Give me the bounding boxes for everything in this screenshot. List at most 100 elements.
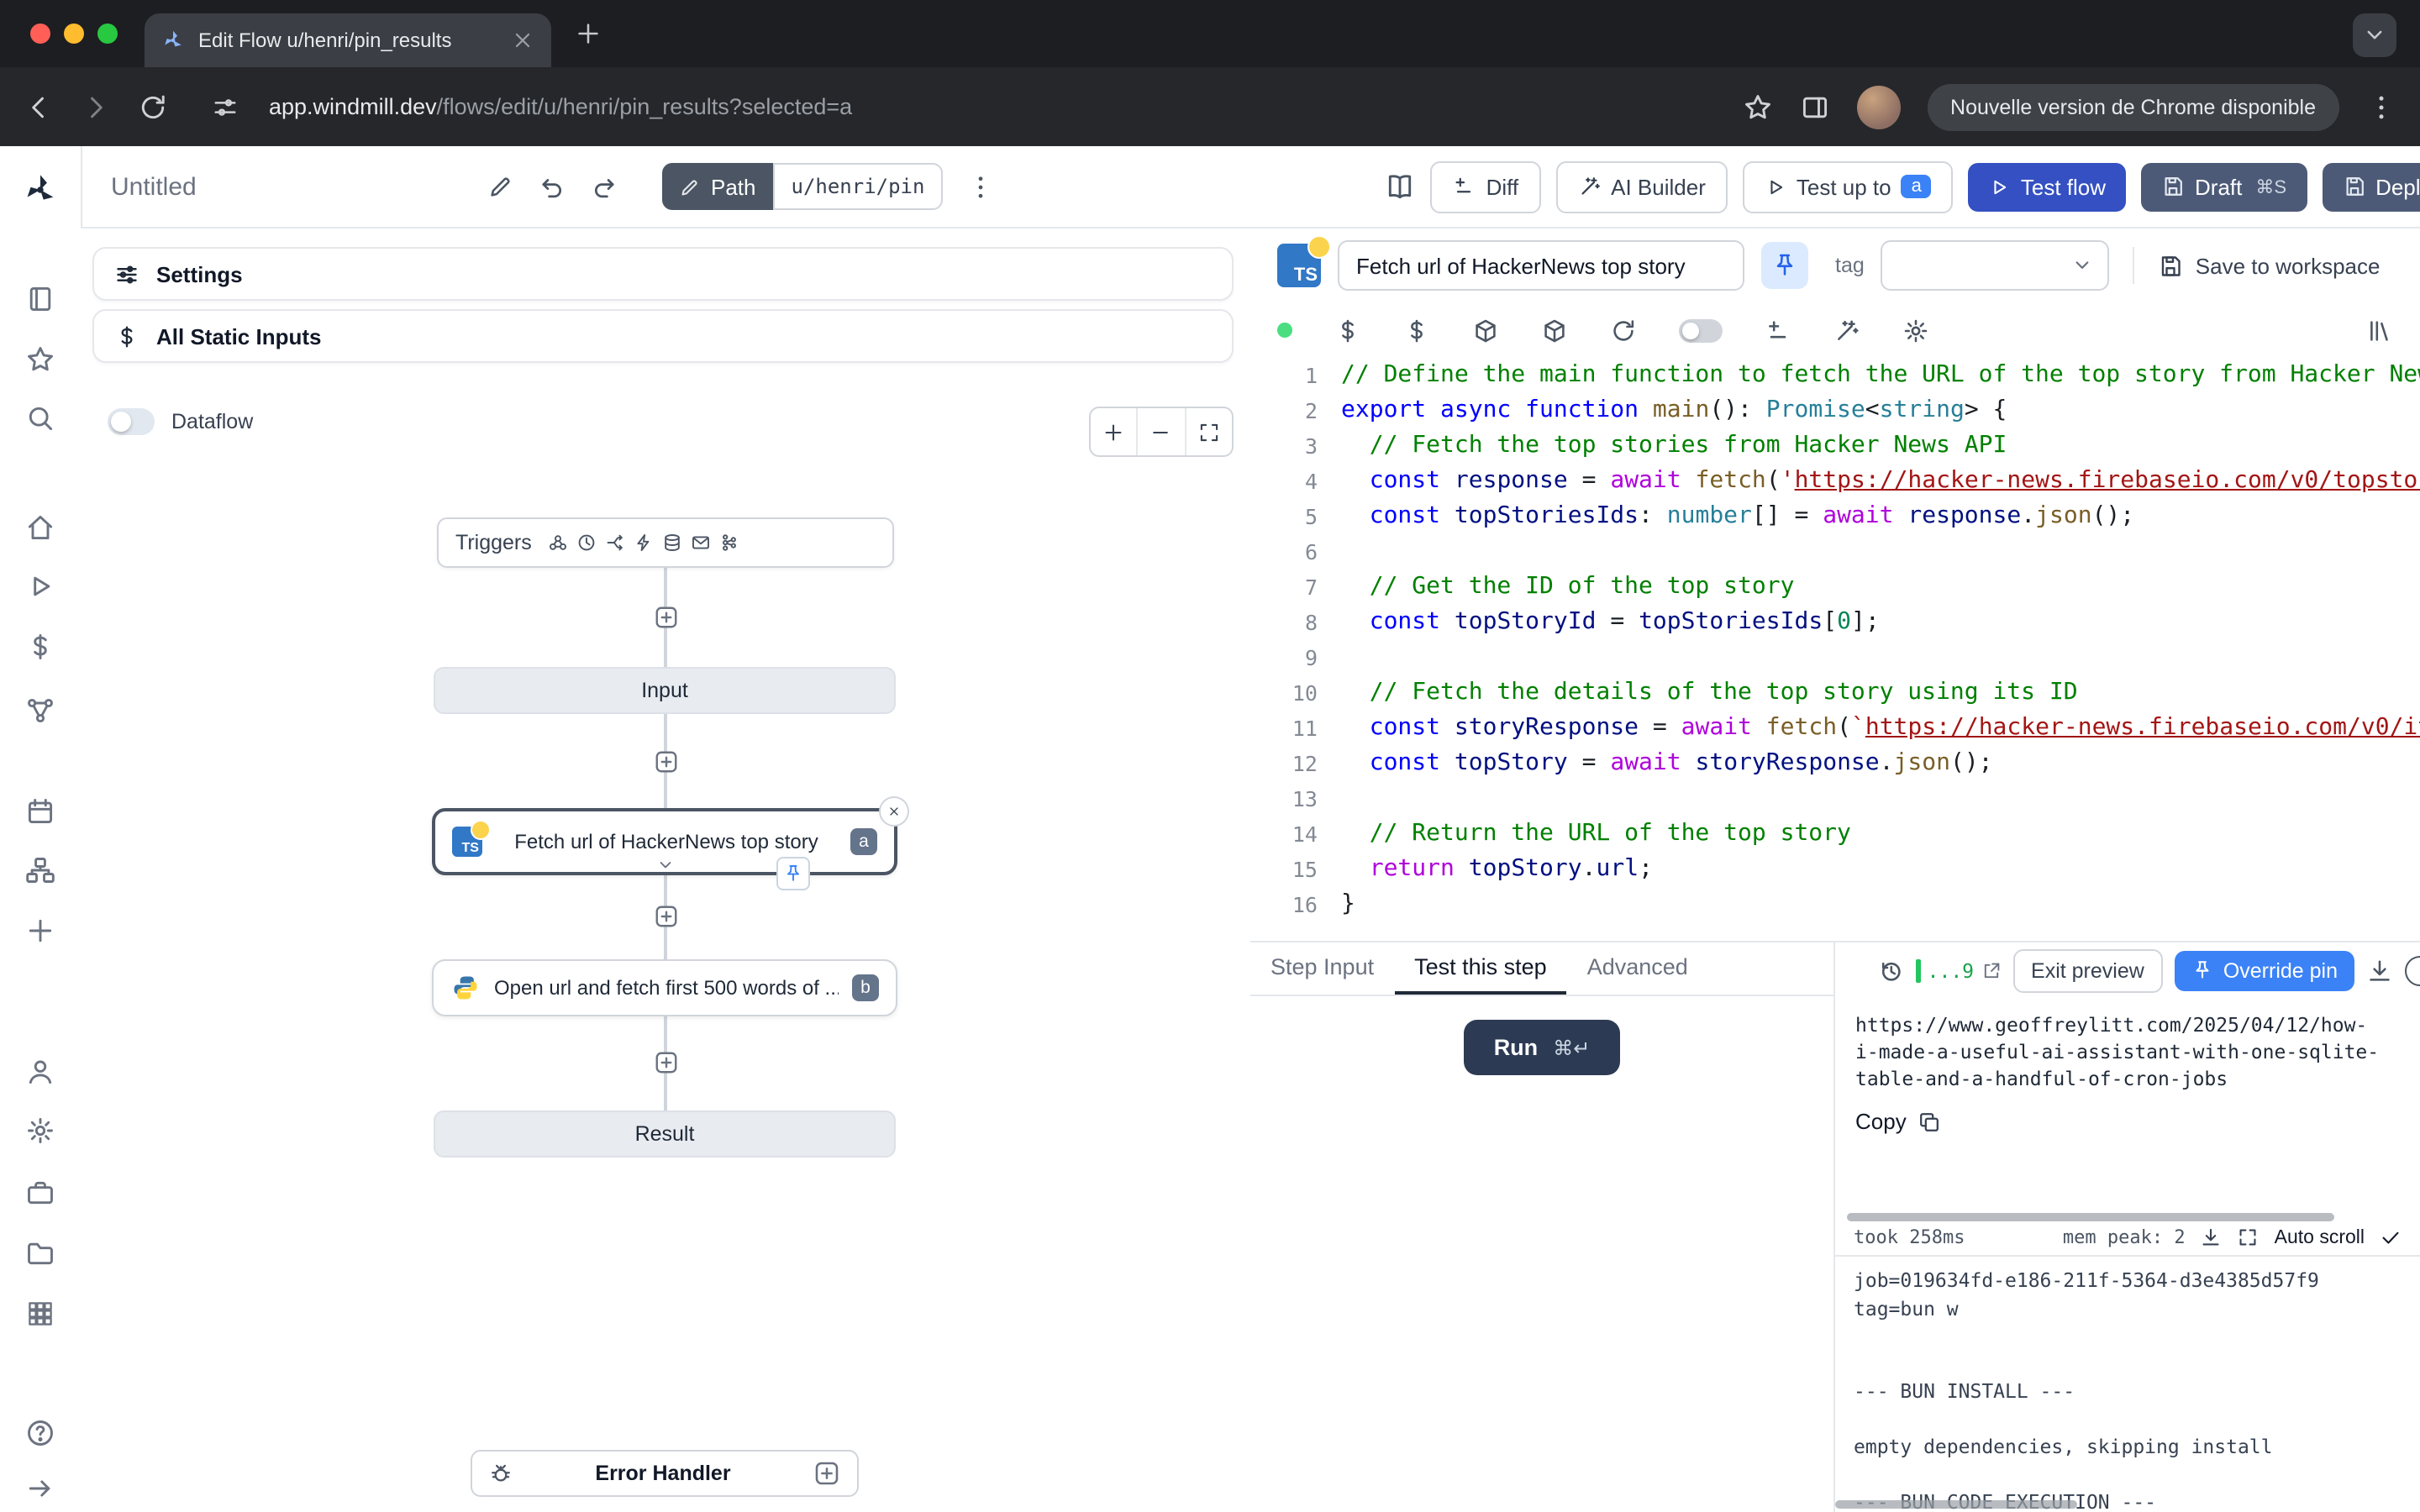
wand-icon[interactable] xyxy=(1833,317,1860,344)
sidebar-calendar-icon[interactable] xyxy=(25,796,55,827)
reload-icon[interactable] xyxy=(138,92,168,122)
history-icon[interactable] xyxy=(1877,957,1904,984)
chrome-update-button[interactable]: Nouvelle version de Chrome disponible xyxy=(1927,83,2339,130)
sidebar-notebook-icon[interactable] xyxy=(25,284,55,314)
profile-avatar[interactable] xyxy=(1856,85,1900,129)
code-line[interactable]: 11 const storyResponse = await fetch(`ht… xyxy=(1250,711,2420,746)
minimize-window-button[interactable] xyxy=(64,24,84,44)
code-line[interactable]: 7 // Get the ID of the top story xyxy=(1250,570,2420,605)
delete-step-icon[interactable] xyxy=(879,796,909,827)
add-step-button[interactable] xyxy=(654,605,679,630)
dollar-icon[interactable] xyxy=(1403,317,1430,344)
test-flow-button[interactable]: Test flow xyxy=(1969,162,2126,211)
sidebar-help-icon[interactable] xyxy=(25,1418,55,1448)
pin-toggle-button[interactable] xyxy=(1761,242,1808,289)
sidebar-plus-icon[interactable] xyxy=(25,916,55,946)
site-info-icon[interactable] xyxy=(212,93,239,120)
step-node-b[interactable]: Open url and fetch first 500 words of ..… xyxy=(432,959,897,1016)
code-line[interactable]: 15 return topStory.url; xyxy=(1250,852,2420,887)
docs-book-icon[interactable] xyxy=(1386,171,1416,202)
open-job-icon[interactable] xyxy=(1981,960,2001,980)
code-line[interactable]: 13 xyxy=(1250,781,2420,816)
url-bar[interactable]: app.windmill.dev/flows/edit/u/henri/pin_… xyxy=(269,94,1715,119)
diff-button[interactable]: Diff xyxy=(1431,160,1541,213)
tab-step-input[interactable]: Step Input xyxy=(1250,942,1394,995)
code-line[interactable]: 12 const topStory = await storyResponse.… xyxy=(1250,746,2420,781)
add-step-button[interactable] xyxy=(654,904,679,929)
code-line[interactable]: 9 xyxy=(1250,640,2420,675)
sidebar-star-icon[interactable] xyxy=(25,344,55,375)
sidebar-grid-icon[interactable] xyxy=(25,1299,55,1329)
override-pin-button[interactable]: Override pin xyxy=(2175,950,2354,990)
sidebar-home-icon[interactable] xyxy=(25,512,55,543)
edit-name-icon[interactable] xyxy=(487,173,514,200)
undo-icon[interactable] xyxy=(538,172,566,201)
sidebar-arrowright-icon[interactable] xyxy=(25,1473,55,1504)
log-scrollbar[interactable] xyxy=(1835,1500,2077,1509)
run-button[interactable]: Run⌘↵ xyxy=(1464,1020,1621,1075)
copy-button[interactable]: Copy xyxy=(1855,1109,2403,1134)
deploy-button[interactable]: Deploy xyxy=(2322,162,2420,211)
more-options-icon[interactable] xyxy=(966,172,995,201)
log-output[interactable]: job=019634fd-e186-211f-5364-d3e4385d57f9… xyxy=(1835,1257,2420,1512)
code-line[interactable]: 10 // Fetch the details of the top story… xyxy=(1250,675,2420,711)
triggers-node[interactable]: Triggers xyxy=(437,517,894,568)
settings-row[interactable]: Settings xyxy=(92,247,1234,301)
dataflow-toggle[interactable]: Dataflow xyxy=(108,408,253,435)
ai-builder-button[interactable]: AI Builder xyxy=(1555,160,1728,213)
dollar-icon[interactable] xyxy=(1334,317,1361,344)
code-line[interactable]: 4 const response = await fetch('https://… xyxy=(1250,464,2420,499)
zoom-window-button[interactable] xyxy=(97,24,118,44)
fit-view-button[interactable] xyxy=(1184,408,1232,455)
new-tab-button[interactable] xyxy=(575,20,602,47)
tab-close-icon[interactable] xyxy=(511,29,534,52)
save-to-workspace-button[interactable]: Save to workspace xyxy=(2159,253,2381,278)
trigger-kafka-icon[interactable] xyxy=(720,533,740,553)
sidebar-search-icon[interactable] xyxy=(25,403,55,433)
zoom-out-button[interactable] xyxy=(1137,408,1185,455)
add-step-button[interactable] xyxy=(654,1050,679,1075)
tab-search-button[interactable] xyxy=(2353,13,2396,57)
static-inputs-row[interactable]: All Static Inputs xyxy=(92,309,1234,363)
job-id-badge[interactable]: ...9 xyxy=(1916,958,2001,982)
zoom-in-button[interactable] xyxy=(1091,408,1137,455)
add-error-handler-icon[interactable] xyxy=(813,1460,840,1487)
sidebar-person-icon[interactable] xyxy=(25,1057,55,1087)
back-icon[interactable] xyxy=(24,92,54,122)
library-icon[interactable] xyxy=(2366,317,2393,344)
exit-preview-button[interactable]: Exit preview xyxy=(2012,948,2163,992)
gear-icon[interactable] xyxy=(1902,317,1929,344)
sidebar-folder-icon[interactable] xyxy=(25,1238,55,1268)
collapse-step-icon[interactable] xyxy=(655,855,675,875)
path-button[interactable]: Path xyxy=(662,163,773,210)
tag-select[interactable] xyxy=(1881,240,2110,291)
step-node-a[interactable]: TS Fetch url of HackerNews top story a xyxy=(432,808,897,875)
tab-test-this-step[interactable]: Test this step xyxy=(1394,942,1567,995)
package-icon[interactable] xyxy=(1541,317,1568,344)
auto-scroll-check-icon[interactable] xyxy=(2380,1226,2402,1248)
code-line[interactable]: 14 // Return the URL of the top story xyxy=(1250,816,2420,852)
download-logs-icon[interactable] xyxy=(2201,1226,2223,1248)
download-result-icon[interactable] xyxy=(2366,957,2393,984)
trigger-postgres-icon[interactable] xyxy=(663,533,683,553)
close-window-button[interactable] xyxy=(30,24,50,44)
code-line[interactable]: 6 xyxy=(1250,534,2420,570)
code-line[interactable]: 2export async function main(): Promise<s… xyxy=(1250,393,2420,428)
timer-icon[interactable] xyxy=(2405,955,2420,985)
sidebar-schema-icon[interactable] xyxy=(25,855,55,885)
browser-tab[interactable]: Edit Flow u/henri/pin_results xyxy=(145,13,551,67)
sidebar-play-icon[interactable] xyxy=(25,571,55,601)
code-line[interactable]: 3 // Fetch the top stories from Hacker N… xyxy=(1250,428,2420,464)
sidebar-gear-icon[interactable] xyxy=(25,1116,55,1146)
trigger-email-icon[interactable] xyxy=(692,533,712,553)
browser-menu-icon[interactable] xyxy=(2366,92,2396,122)
side-panel-icon[interactable] xyxy=(1799,92,1829,122)
test-up-to-button[interactable]: Test up toa xyxy=(1743,160,1954,213)
windmill-logo[interactable] xyxy=(22,171,59,208)
diff-mode-toggle[interactable] xyxy=(1679,318,1723,342)
draft-button[interactable]: Draft⌘S xyxy=(2141,162,2307,211)
sidebar-dollar-icon[interactable] xyxy=(25,632,55,662)
pin-indicator-icon[interactable] xyxy=(776,857,810,890)
trigger-webhook-icon[interactable] xyxy=(549,533,569,553)
trigger-route-icon[interactable] xyxy=(606,533,626,553)
